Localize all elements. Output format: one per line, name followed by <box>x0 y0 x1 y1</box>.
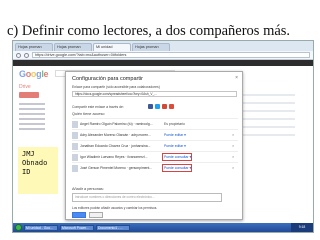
collaborator-name: Igor Wladimir Luevano Reyes · ilvanomerz… <box>80 155 148 159</box>
avatar <box>72 143 78 150</box>
share-icon-d[interactable] <box>169 104 174 109</box>
remove-icon[interactable]: × <box>232 143 234 148</box>
collaborator-row: José Gerson Pimentel Moreno · gersonpime… <box>72 162 238 173</box>
cancel-button[interactable] <box>89 212 103 218</box>
browser-tab[interactable]: Hojas proman <box>15 43 53 51</box>
sticky-note: JMJ Obnado ID <box>18 147 58 194</box>
remove-icon[interactable]: × <box>232 132 234 137</box>
share-dialog: Configuración para compartir × Enlace pa… <box>65 71 243 220</box>
dialog-title: Configuración para compartir <box>72 76 143 82</box>
browser-tab-bar: Hojas proman Hojas proman Mi unidad Hoja… <box>13 41 313 51</box>
collaborator-name: Angel Ramiro Olguín Palomino (tú) · rami… <box>80 122 153 126</box>
role-dropdown[interactable]: Puede editar ▾ <box>164 144 186 148</box>
collaborator-row: Angel Ramiro Olguín Palomino (tú) · rami… <box>72 118 238 129</box>
back-icon[interactable] <box>16 52 21 58</box>
share-link-field[interactable]: https://docs.google.com/spreadsheet/ccc?… <box>72 91 237 97</box>
add-people-input[interactable]: Introduce nombres o direcciones de corre… <box>72 193 222 202</box>
role-dropdown[interactable]: Puede consultar ▾ <box>164 166 191 170</box>
remove-icon[interactable]: × <box>232 165 234 170</box>
footer-note: Los editores podrán añadir usuarios y ca… <box>72 206 158 210</box>
avatar <box>72 165 78 172</box>
browser-tab[interactable]: Hojas proman <box>54 43 92 51</box>
collaborator-name: Jonathan Eduardo Chavez Cruz · jonhansin… <box>80 144 151 148</box>
collaborator-name: José Gerson Pimentel Moreno · gersonpime… <box>80 166 153 170</box>
taskbar-item[interactable]: Documento1 - ... <box>96 224 130 231</box>
avatar <box>72 121 78 128</box>
url-field[interactable]: https://drive.google.com/?tab=mo&authuse… <box>32 52 310 58</box>
role-dropdown[interactable]: Puede editar ▾ <box>164 133 186 137</box>
share-icon-a[interactable] <box>148 104 153 109</box>
share-via-label: Compartir este enlace a través de: <box>72 105 124 109</box>
remove-icon[interactable]: × <box>232 154 234 159</box>
drive-page: Google Drive JMJ Obnado ID Configuración… <box>13 66 313 224</box>
collaborator-row: Igor Wladimir Luevano Reyes · ilvanomerz… <box>72 151 238 162</box>
share-icon-c[interactable] <box>162 104 167 109</box>
slide-title: c) Definir como lectores, a dos compañer… <box>7 23 291 39</box>
avatar <box>72 154 78 161</box>
address-bar: https://drive.google.com/?tab=mo&authuse… <box>13 51 313 60</box>
avatar <box>72 132 78 139</box>
link-label: Enlace para compartir (sólo accesible pa… <box>72 85 160 89</box>
browser-tab-active[interactable]: Mi unidad <box>93 43 131 51</box>
clock: 9:18 <box>291 223 313 232</box>
forward-icon[interactable] <box>24 52 29 58</box>
collaborator-row: Adry Alexander Moreno Olarcán · adry.mor… <box>72 129 238 140</box>
role-dropdown[interactable]: Puede consultar ▾ <box>164 155 191 159</box>
add-people-label: Añadir a personas: <box>72 187 104 191</box>
browser-tab[interactable]: Hojas proman <box>132 43 170 51</box>
collaborator-role: Es propietario <box>164 122 185 126</box>
taskbar-item[interactable]: Microsoft Power... <box>60 224 94 231</box>
collaborator-row: Jonathan Eduardo Chavez Cruz · jonhansin… <box>72 140 238 151</box>
collaborator-name: Adry Alexander Moreno Olarcán · adry.mor… <box>80 133 151 137</box>
share-icon-b[interactable] <box>155 104 160 109</box>
taskbar-item[interactable]: Mi unidad - Goo... <box>24 224 58 231</box>
screenshot: Hojas proman Hojas proman Mi unidad Hoja… <box>12 40 314 233</box>
start-icon[interactable] <box>15 224 22 231</box>
close-icon[interactable]: × <box>235 75 238 81</box>
access-label: Quién tiene acceso <box>72 112 105 116</box>
done-button[interactable] <box>72 212 86 218</box>
taskbar: Mi unidad - Goo... Microsoft Power... Do… <box>13 223 313 232</box>
